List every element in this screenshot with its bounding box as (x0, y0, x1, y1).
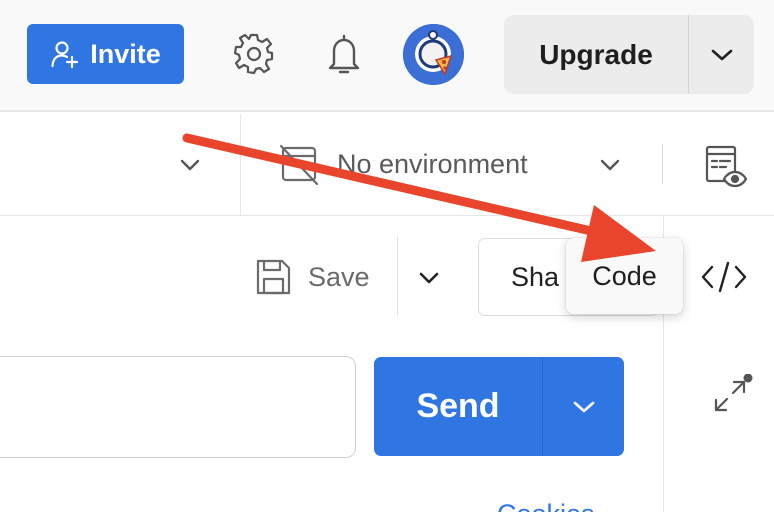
gear-icon (233, 33, 274, 75)
environment-selector-label[interactable]: No environment (337, 146, 528, 182)
environment-quick-look-icon[interactable] (700, 141, 748, 189)
no-environment-icon (279, 144, 319, 186)
upgrade-group: Upgrade (504, 15, 754, 94)
chevron-down-icon (600, 159, 620, 171)
code-tooltip: Code (566, 238, 683, 314)
share-label: Sha (511, 261, 560, 292)
divider (240, 114, 241, 216)
save-icon (256, 259, 291, 295)
top-header: Invite Upgrade (0, 0, 774, 112)
save-button[interactable]: Save (252, 246, 370, 308)
environment-dropdown-button[interactable] (592, 148, 628, 182)
save-label: Save (308, 261, 370, 292)
save-options-button[interactable] (406, 258, 452, 298)
send-options-button[interactable] (543, 357, 624, 456)
notifications-button[interactable] (320, 30, 368, 78)
environment-bar: No environment (0, 114, 774, 216)
settings-button[interactable] (230, 30, 278, 78)
url-input[interactable] (0, 356, 356, 458)
upgrade-menu-button[interactable] (689, 15, 754, 94)
add-user-icon (51, 41, 79, 69)
chevron-down-icon (573, 401, 594, 412)
expand-icon[interactable] (706, 374, 756, 418)
avatar[interactable] (403, 24, 464, 85)
avatar-illustration (403, 24, 464, 85)
workspace-dropdown-button[interactable] (170, 148, 210, 182)
chevron-down-icon (180, 159, 200, 171)
bell-icon (328, 34, 360, 74)
chevron-down-icon (419, 272, 439, 284)
invite-label: Invite (90, 38, 161, 69)
cookies-link[interactable]: Cookies (497, 498, 595, 512)
send-group: Send (374, 357, 624, 456)
divider (662, 144, 663, 184)
upgrade-button[interactable]: Upgrade (504, 15, 688, 94)
send-button[interactable]: Send (374, 357, 542, 456)
divider (397, 236, 398, 316)
invite-button[interactable]: Invite (27, 24, 184, 84)
code-icon[interactable] (697, 253, 751, 301)
chevron-down-icon (711, 49, 732, 60)
